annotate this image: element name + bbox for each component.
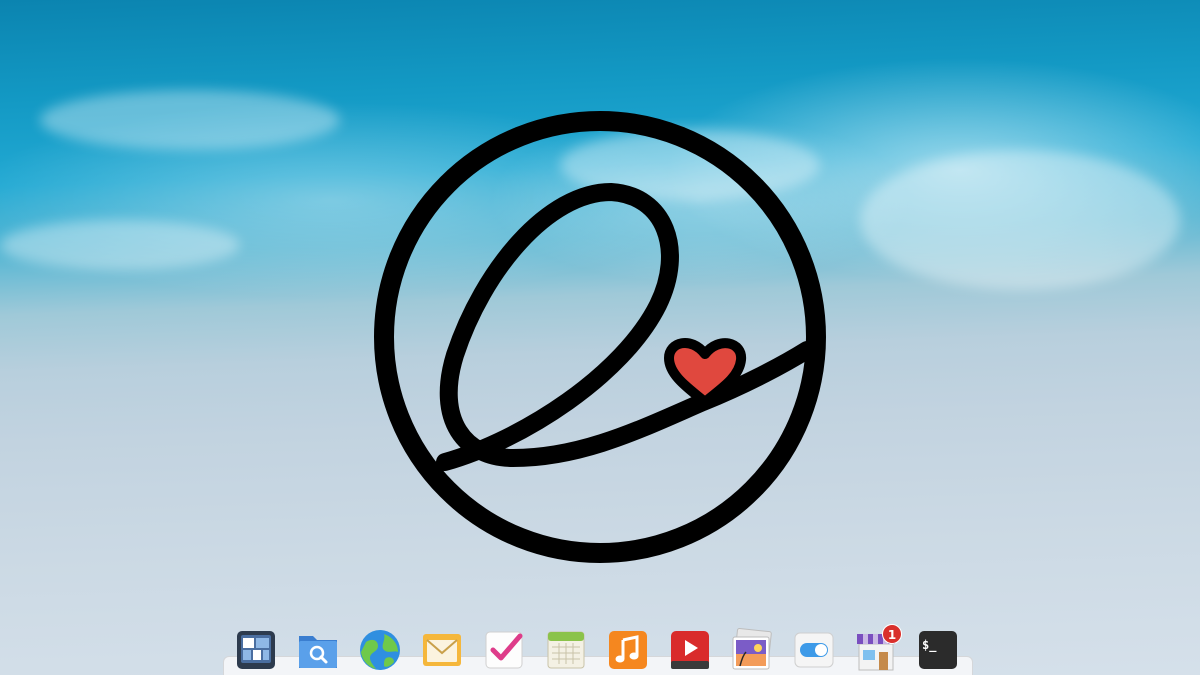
wave-foam <box>0 220 240 270</box>
envelope-icon <box>423 634 461 666</box>
globe-icon <box>360 630 400 670</box>
dock-item-photos[interactable] <box>730 628 774 672</box>
dock-item-music[interactable] <box>606 628 650 672</box>
dock-item-multitasking-view[interactable] <box>234 628 278 672</box>
logo-e-stroke <box>436 183 816 471</box>
music-note-icon <box>609 631 647 669</box>
dock-item-web-browser[interactable] <box>358 628 402 672</box>
elementary-os-logo <box>374 111 826 563</box>
multitasking-icon <box>237 631 275 669</box>
dock-item-files[interactable] <box>296 628 340 672</box>
desktop: 1 $_ <box>0 0 1200 675</box>
photos-icon <box>732 628 772 670</box>
dock-item-mail[interactable] <box>420 628 464 672</box>
dock-item-calendar[interactable] <box>544 628 588 672</box>
dock-item-appcenter[interactable]: 1 <box>854 624 902 672</box>
dock-item-terminal[interactable]: $_ <box>916 628 960 672</box>
dock-item-videos[interactable] <box>668 628 712 672</box>
terminal-prompt-text: $_ <box>922 638 937 652</box>
calendar-icon <box>547 631 585 669</box>
notification-badge: 1 <box>882 624 902 644</box>
dock-item-system-settings[interactable] <box>792 628 836 672</box>
toggle-switch-icon <box>794 632 834 668</box>
checkmark-icon <box>485 631 523 669</box>
wave-foam <box>860 150 1180 290</box>
folder-search-icon <box>299 636 337 668</box>
dock-item-tasks[interactable] <box>482 628 526 672</box>
play-icon <box>671 631 709 669</box>
wave-foam <box>40 90 340 150</box>
